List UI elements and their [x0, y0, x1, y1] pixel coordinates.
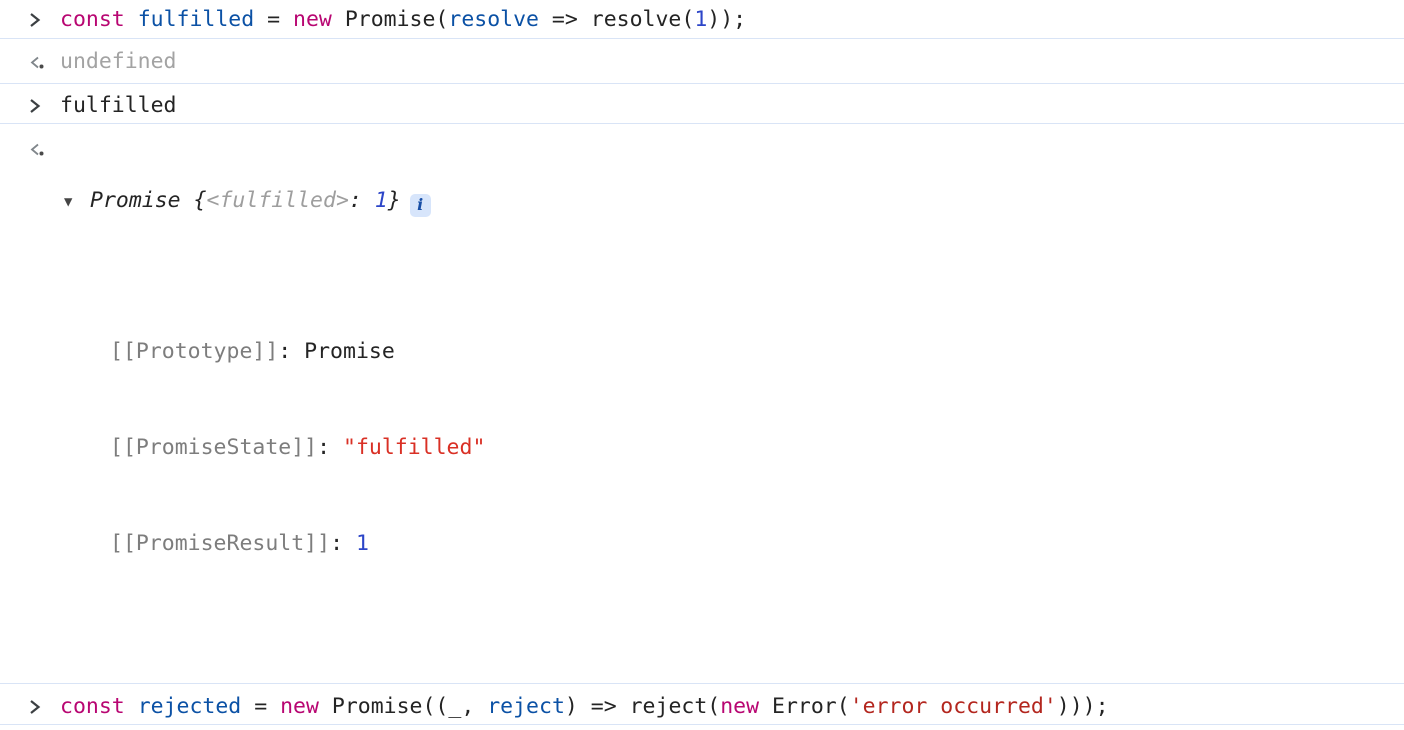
property-row-prototype[interactable]: ▶[[Prototype]]: Promise — [110, 336, 1404, 368]
token: = — [241, 693, 281, 719]
token-number: 1 — [694, 7, 708, 32]
console-entry-result-object: ▼ Promise {<fulfilled>: 1} i ▶[[Prototype]… — [0, 124, 1404, 684]
collapse-toggle-icon[interactable]: ▼ — [64, 189, 72, 215]
token: Promise( — [331, 7, 449, 32]
console-prompt-icon — [28, 694, 52, 720]
token-keyword: new — [293, 7, 332, 32]
token: : — [317, 434, 343, 460]
token: : — [278, 338, 305, 364]
console-result-icon — [28, 136, 52, 162]
token-keyword: new — [720, 693, 760, 719]
token-promise-state: <fulfilled> — [206, 188, 349, 213]
object-children: ▶[[Prototype]]: Promise [[PromiseState]]… — [60, 272, 1404, 624]
token: fulfilled — [60, 93, 177, 118]
console-entry-input: const rejected = new Promise((_, reject)… — [0, 684, 1404, 725]
console-entry-input: const fulfilled = new Promise(resolve =>… — [0, 0, 1404, 39]
token: : — [348, 188, 375, 213]
token-variable: fulfilled — [137, 7, 255, 32]
console-entry-result: undefined — [0, 725, 1404, 730]
token: } — [387, 188, 401, 213]
devtools-console: const fulfilled = new Promise(resolve =>… — [0, 0, 1404, 730]
object-preview-fulfilled-promise[interactable]: ▼ Promise {<fulfilled>: 1} i — [60, 188, 1404, 217]
info-icon[interactable]: i — [409, 193, 431, 217]
console-prompt-icon — [28, 7, 52, 33]
console-entry-input: fulfilled — [0, 84, 1404, 124]
property-row-promise-state: [[PromiseState]]: "fulfilled" — [110, 432, 1404, 464]
console-result-icon — [28, 49, 52, 75]
token: )); — [707, 7, 747, 32]
property-value: Promise — [304, 338, 395, 364]
console-prompt-icon — [28, 93, 52, 119]
token-variable: rejected — [137, 693, 242, 719]
property-key: [[PromiseResult]] — [110, 530, 331, 556]
token-keyword: const — [60, 693, 125, 719]
token-number: 1 — [374, 188, 388, 213]
token: ))); — [1056, 693, 1109, 719]
console-input-expression: const fulfilled = new Promise(resolve =>… — [60, 7, 1404, 33]
console-entry-result: undefined — [0, 39, 1404, 84]
token-string: 'error occurred' — [849, 693, 1057, 719]
token-variable: reject — [487, 693, 565, 719]
token: ) => reject( — [564, 693, 721, 719]
property-key: [[PromiseState]] — [110, 434, 318, 460]
token-keyword: new — [280, 693, 319, 719]
token-class: Promise { — [90, 188, 207, 213]
token-variable: resolve — [448, 7, 539, 32]
property-value: "fulfilled" — [343, 434, 486, 460]
console-input-expression: fulfilled — [60, 93, 1404, 119]
token: Error( — [759, 693, 850, 719]
token: = — [254, 7, 294, 32]
token: Promise((_, — [318, 693, 488, 719]
token: : — [330, 530, 356, 556]
console-input-expression: const rejected = new Promise((_, reject)… — [60, 694, 1404, 720]
property-value: 1 — [355, 530, 369, 556]
property-row-promise-result: [[PromiseResult]]: 1 — [110, 528, 1404, 560]
property-key: [[Prototype]] — [110, 338, 279, 364]
token: => resolve( — [538, 7, 695, 32]
result-value-undefined: undefined — [60, 49, 177, 74]
token-keyword: const — [60, 7, 125, 32]
